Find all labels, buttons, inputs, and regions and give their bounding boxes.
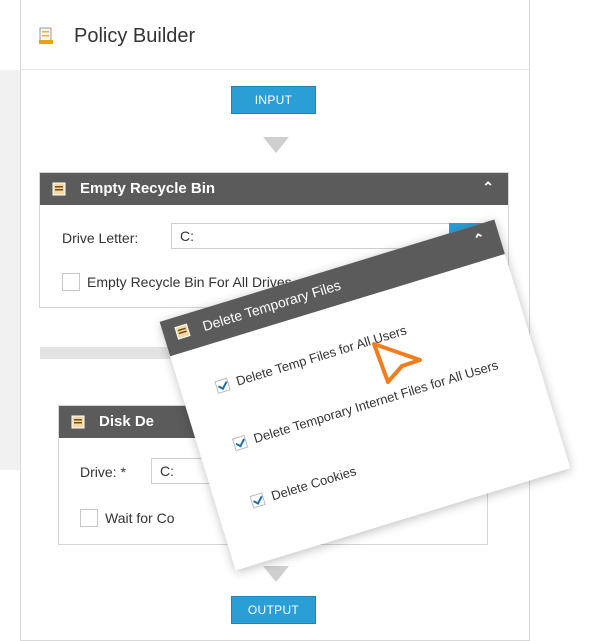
drive-letter-label: Drive Letter: (62, 230, 139, 246)
wait-label: Wait for Co (105, 510, 175, 526)
block-task-icon (52, 182, 66, 196)
block-title: Empty Recycle Bin (80, 180, 216, 197)
drive-label: Drive: * (80, 464, 126, 480)
document-icon (39, 27, 53, 44)
flow-arrow-down-icon (263, 566, 289, 582)
input-button[interactable]: INPUT (231, 86, 316, 114)
collapse-caret-icon[interactable]: ⌃ (471, 229, 487, 249)
page-title: Policy Builder (74, 25, 196, 47)
block-header[interactable]: Empty Recycle Bin ⌃ (40, 173, 508, 205)
background-panel (0, 70, 20, 470)
collapse-caret-icon[interactable]: ⌃ (482, 179, 494, 196)
all-drives-label: Empty Recycle Bin For All Drives (87, 274, 292, 290)
all-drives-checkbox[interactable] (62, 273, 80, 291)
block-task-icon (174, 323, 191, 340)
wait-checkbox[interactable] (80, 509, 98, 527)
block-title: Disk De (99, 413, 155, 430)
output-button[interactable]: OUTPUT (231, 596, 316, 624)
cursor-arrow-icon (372, 342, 422, 384)
checked-checkbox-icon[interactable] (249, 492, 266, 509)
card-header: Policy Builder (21, 0, 529, 70)
block-task-icon (71, 415, 85, 429)
checked-checkbox-icon[interactable] (214, 377, 231, 394)
option-cookies[interactable]: Delete Cookies (249, 463, 358, 509)
checked-checkbox-icon[interactable] (231, 435, 249, 452)
flow-arrow-down-icon (263, 137, 289, 153)
